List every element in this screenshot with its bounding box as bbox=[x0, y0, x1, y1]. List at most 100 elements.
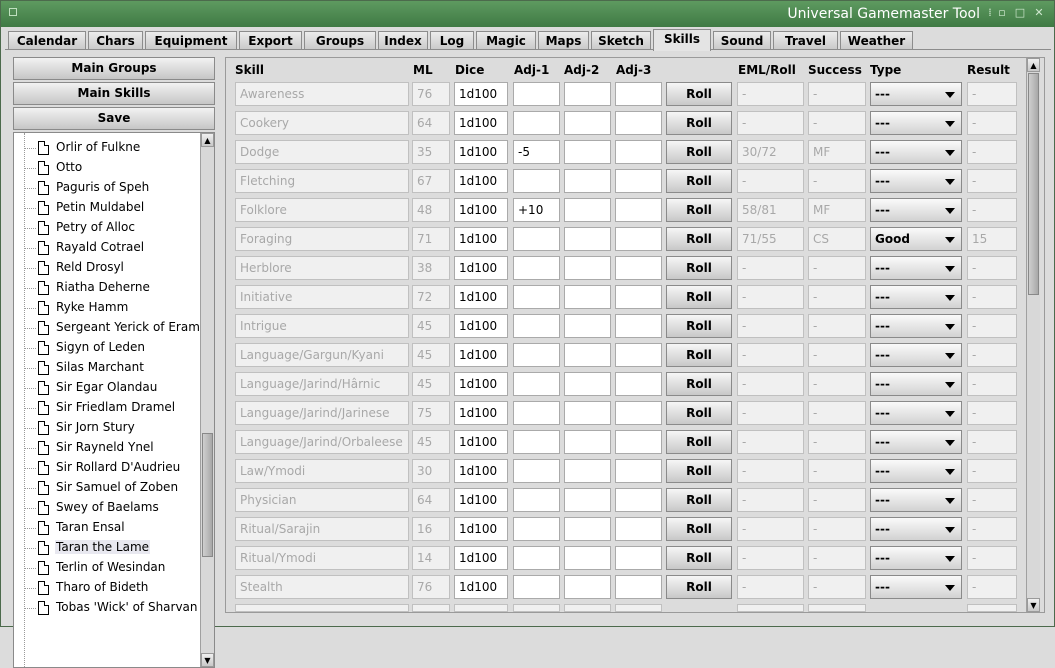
dice-field[interactable]: 1d100 bbox=[454, 488, 508, 512]
tab-log[interactable]: Log bbox=[430, 31, 474, 50]
adj1-field[interactable] bbox=[513, 343, 560, 367]
adj2-field[interactable] bbox=[564, 488, 611, 512]
dice-field[interactable]: 1d100 bbox=[454, 111, 508, 135]
adj3-field[interactable] bbox=[615, 546, 662, 570]
adj3-field[interactable] bbox=[615, 256, 662, 280]
type-select[interactable]: --- bbox=[870, 82, 962, 106]
dice-field[interactable]: 1d100 bbox=[454, 169, 508, 193]
adj3-field[interactable] bbox=[615, 285, 662, 309]
adj2-field[interactable] bbox=[564, 372, 611, 396]
dice-field[interactable]: 1d100 bbox=[454, 430, 508, 454]
adj1-field[interactable] bbox=[513, 169, 560, 193]
adj1-field[interactable] bbox=[513, 459, 560, 483]
main-groups-button[interactable]: Main Groups bbox=[13, 57, 215, 80]
adj1-field[interactable] bbox=[513, 82, 560, 106]
type-select[interactable]: --- bbox=[870, 256, 962, 280]
adj1-field[interactable] bbox=[513, 227, 560, 251]
adj1-field[interactable] bbox=[513, 372, 560, 396]
scroll-thumb[interactable] bbox=[202, 433, 213, 557]
type-select[interactable]: --- bbox=[870, 198, 962, 222]
type-select[interactable]: --- bbox=[870, 517, 962, 541]
type-select[interactable]: --- bbox=[870, 343, 962, 367]
adj2-field[interactable] bbox=[564, 314, 611, 338]
adj3-field[interactable] bbox=[615, 82, 662, 106]
adj1-field[interactable] bbox=[513, 111, 560, 135]
adj3-field[interactable] bbox=[615, 372, 662, 396]
adj3-field[interactable] bbox=[615, 198, 662, 222]
scroll-up-icon[interactable]: ▲ bbox=[201, 133, 214, 147]
main-skills-button[interactable]: Main Skills bbox=[13, 82, 215, 105]
roll-button[interactable]: Roll bbox=[666, 575, 732, 599]
table-scrollbar[interactable]: ▲ ▼ bbox=[1026, 58, 1040, 612]
roll-button[interactable]: Roll bbox=[666, 111, 732, 135]
maximize-icon[interactable]: □ bbox=[1014, 7, 1026, 19]
roll-button[interactable]: Roll bbox=[666, 198, 732, 222]
roll-button[interactable]: Roll bbox=[666, 372, 732, 396]
dice-field[interactable]: 1d100 bbox=[454, 256, 508, 280]
adj2-field[interactable] bbox=[564, 343, 611, 367]
dice-field[interactable]: 1d100 bbox=[454, 517, 508, 541]
type-select[interactable]: --- bbox=[870, 111, 962, 135]
dice-field[interactable]: 1d100 bbox=[454, 82, 508, 106]
adj3-field[interactable] bbox=[615, 227, 662, 251]
tab-equipment[interactable]: Equipment bbox=[145, 31, 237, 50]
dice-field[interactable]: 1d100 bbox=[454, 314, 508, 338]
adj2-field[interactable] bbox=[564, 459, 611, 483]
roll-button[interactable]: Roll bbox=[666, 140, 732, 164]
adj1-field[interactable]: -5 bbox=[513, 140, 560, 164]
adj2-field[interactable] bbox=[564, 198, 611, 222]
type-select[interactable]: --- bbox=[870, 140, 962, 164]
adj3-field[interactable] bbox=[615, 430, 662, 454]
tab-sketch[interactable]: Sketch bbox=[591, 31, 651, 50]
save-button[interactable]: Save bbox=[13, 107, 215, 130]
dice-field[interactable]: 1d100 bbox=[454, 343, 508, 367]
adj2-field[interactable] bbox=[564, 140, 611, 164]
dice-field[interactable]: 1d100 bbox=[454, 575, 508, 599]
tab-skills[interactable]: Skills bbox=[653, 29, 711, 51]
adj2-field[interactable] bbox=[564, 285, 611, 309]
scroll-down-icon[interactable]: ▼ bbox=[201, 653, 214, 667]
adj1-field[interactable] bbox=[513, 256, 560, 280]
type-select[interactable]: --- bbox=[870, 488, 962, 512]
roll-button[interactable]: Roll bbox=[666, 285, 732, 309]
adj1-field[interactable] bbox=[513, 488, 560, 512]
roll-button[interactable]: Roll bbox=[666, 343, 732, 367]
adj1-field[interactable]: +10 bbox=[513, 198, 560, 222]
adj3-field[interactable] bbox=[615, 401, 662, 425]
adj3-field[interactable] bbox=[615, 111, 662, 135]
adj2-field[interactable] bbox=[564, 111, 611, 135]
adj2-field[interactable] bbox=[564, 575, 611, 599]
roll-button[interactable]: Roll bbox=[666, 517, 732, 541]
tab-groups[interactable]: Groups bbox=[304, 31, 376, 50]
dice-field[interactable]: 1d100 bbox=[454, 198, 508, 222]
adj2-field[interactable] bbox=[564, 227, 611, 251]
roll-button[interactable]: Roll bbox=[666, 256, 732, 280]
scroll-thumb[interactable] bbox=[1028, 73, 1039, 295]
tab-travel[interactable]: Travel bbox=[773, 31, 838, 50]
adj1-field[interactable] bbox=[513, 430, 560, 454]
adj1-field[interactable] bbox=[513, 546, 560, 570]
adj2-field[interactable] bbox=[564, 546, 611, 570]
adj1-field[interactable] bbox=[513, 314, 560, 338]
window-menu-icon[interactable] bbox=[9, 8, 17, 16]
adj3-field[interactable] bbox=[615, 169, 662, 193]
dice-field[interactable]: 1d100 bbox=[454, 285, 508, 309]
adj2-field[interactable] bbox=[564, 169, 611, 193]
dice-field[interactable]: 1d100 bbox=[454, 401, 508, 425]
type-select[interactable]: --- bbox=[870, 401, 962, 425]
roll-button[interactable]: Roll bbox=[666, 314, 732, 338]
type-select[interactable]: --- bbox=[870, 546, 962, 570]
type-select[interactable]: --- bbox=[870, 285, 962, 309]
adj2-field[interactable] bbox=[564, 401, 611, 425]
dice-field[interactable]: 1d100 bbox=[454, 227, 508, 251]
tab-weather[interactable]: Weather bbox=[840, 31, 913, 50]
adj3-field[interactable] bbox=[615, 314, 662, 338]
type-select[interactable]: --- bbox=[870, 430, 962, 454]
minimize-icon[interactable]: ▫ bbox=[996, 7, 1008, 19]
scroll-down-icon[interactable]: ▼ bbox=[1027, 598, 1040, 612]
dice-field[interactable]: 1d100 bbox=[454, 140, 508, 164]
adj1-field[interactable] bbox=[513, 575, 560, 599]
dice-field[interactable]: 1d100 bbox=[454, 459, 508, 483]
tab-maps[interactable]: Maps bbox=[538, 31, 589, 50]
tab-index[interactable]: Index bbox=[378, 31, 428, 50]
